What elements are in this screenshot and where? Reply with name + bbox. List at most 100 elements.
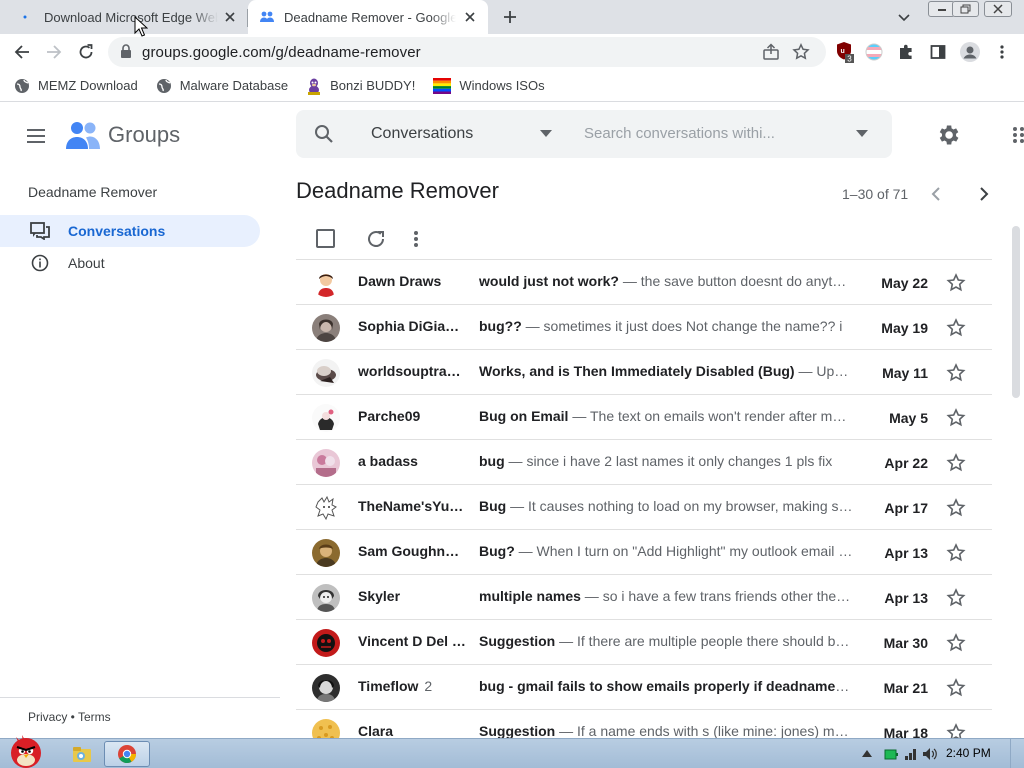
show-hidden-icons-icon[interactable] [862,749,872,757]
pagination-text: 1–30 of 71 [842,186,909,202]
conversation-row[interactable]: Sophia DiGiacomo bug?? — sometimes it ju… [296,304,992,349]
search-scope-select[interactable]: Conversations [371,125,473,143]
bookmark-bonzi-buddy[interactable]: Bonzi BUDDY! [306,77,415,95]
taskbar-chrome-button[interactable] [104,741,150,767]
star-icon[interactable] [946,678,966,698]
conversation-row[interactable]: Timeflow 2 bug - gmail fails to show emai… [296,664,992,709]
star-icon[interactable] [946,588,966,608]
conversation-row[interactable]: Vincent D Del Rosario Suggestion — If th… [296,619,992,664]
search-options-caret-icon[interactable] [856,130,868,137]
taskbar-clock[interactable]: 2:40 PM [946,746,991,760]
browser-tab-strip: Download Microsoft Edge Web Deadname Rem… [0,0,1024,34]
scrollbar-thumb[interactable] [1012,226,1020,398]
trans-flag-extension-icon[interactable] [862,40,886,64]
restore-window-button[interactable] [952,1,979,17]
avatar [312,584,340,612]
tab-search-chevron-icon[interactable] [893,7,915,29]
conversation-subject-line: Bug on Email — The text on emails won't … [479,408,853,424]
browser-tab-deadname-remover[interactable]: Deadname Remover - Google Groups [248,0,488,34]
avatar [312,314,340,342]
scope-dropdown-caret-icon[interactable] [540,130,552,137]
share-icon[interactable] [762,43,780,61]
back-arrow-icon[interactable] [10,40,34,64]
url-text[interactable]: groups.google.com/g/deadname-remover [142,44,421,61]
groups-logo-icon [66,122,100,149]
taskbar-explorer-icon[interactable] [66,741,98,767]
show-desktop-button[interactable] [1010,739,1024,768]
conversation-date: Apr 17 [884,500,928,516]
conversation-row[interactable]: a badass bug — since i have 2 last names… [296,439,992,484]
star-icon[interactable] [946,318,966,338]
privacy-terms-links[interactable]: Privacy • Terms [28,710,111,724]
tab-loading-icon [23,15,27,19]
conversation-row[interactable]: Dawn Draws would just not work? — the sa… [296,259,992,304]
groups-logo[interactable]: Groups [66,120,180,150]
group-name-heading: Deadname Remover [28,184,158,200]
conversation-subject-line: bug - gmail fails to show emails properl… [479,678,853,694]
bookmark-star-icon[interactable] [792,43,810,61]
conversation-date: May 22 [881,275,928,291]
avatar [312,449,340,477]
conversation-row[interactable]: worldsouptrade Works, and is Then Immedi… [296,349,992,394]
profile-avatar-icon[interactable] [958,40,982,64]
close-tab-icon[interactable] [222,9,238,25]
more-actions-icon[interactable] [409,228,423,250]
star-icon[interactable] [946,273,966,293]
settings-gear-icon[interactable] [935,122,961,148]
conversation-row[interactable]: Parche09 Bug on Email — The text on emai… [296,394,992,439]
conversation-subject-line: Suggestion — If there are multiple peopl… [479,633,853,649]
conversation-row[interactable]: Sam Goughnour Bug? — When I turn on "Add… [296,529,992,574]
bookmark-windows-isos[interactable]: Windows ISOs [433,77,545,94]
browser-tab-edge-download[interactable]: Download Microsoft Edge Web [8,0,248,34]
extensions-puzzle-icon[interactable] [894,40,918,64]
main-menu-icon[interactable] [24,124,48,148]
close-window-button[interactable] [984,1,1012,17]
google-apps-icon[interactable] [1012,126,1024,144]
windows-taskbar: 2:40 PM [0,735,1024,768]
star-icon[interactable] [946,363,966,383]
browser-menu-icon[interactable] [990,40,1014,64]
ublock-extension-icon[interactable]: u3 [833,40,857,64]
bookmark-memz-download[interactable]: MEMZ Download [14,78,138,94]
conversation-date: May 11 [882,365,928,381]
sidebar-item-conversations[interactable]: Conversations [0,215,260,247]
new-tab-button[interactable] [498,5,522,29]
mouse-cursor-icon [134,16,148,37]
network-icon[interactable] [904,747,918,761]
minimize-window-button[interactable] [928,1,955,17]
reload-icon[interactable] [74,40,98,64]
star-icon[interactable] [946,543,966,563]
conversation-author: Timeflow 2 [358,678,433,694]
close-tab-icon[interactable] [462,9,478,25]
lock-icon[interactable] [120,44,132,58]
refresh-icon[interactable] [365,228,387,250]
conversation-author: TheName'sYuki [358,498,461,514]
search-input[interactable]: Search conversations withi... [584,125,775,142]
star-icon[interactable] [946,633,966,653]
tab-title: Download Microsoft Edge Web [44,9,218,25]
conversation-author: Dawn Draws [358,273,442,289]
search-bar: Conversations Search conversations withi… [296,110,892,158]
star-icon[interactable] [946,453,966,473]
side-panel-icon[interactable] [926,40,950,64]
battery-icon[interactable] [884,748,898,760]
star-icon[interactable] [946,408,966,428]
previous-page-chevron-icon[interactable] [928,186,944,202]
conversation-subject-line: bug?? — sometimes it just does Not chang… [479,318,843,334]
conversation-subject-line: Suggestion — If a name ends with s (like… [479,723,853,739]
select-all-checkbox[interactable] [316,229,335,248]
start-button-angry-bird-icon[interactable] [4,731,48,768]
conversation-row[interactable]: Skyler multiple names — so i have a few … [296,574,992,619]
bookmark-malware-database[interactable]: Malware Database [156,78,288,94]
conversation-row[interactable]: TheName'sYuki Bug — It causes nothing to… [296,484,992,529]
search-icon[interactable] [314,124,334,144]
volume-icon[interactable] [922,747,938,761]
next-page-chevron-icon[interactable] [976,186,992,202]
star-icon[interactable] [946,498,966,518]
forward-arrow-icon[interactable] [42,40,66,64]
svg-text:3: 3 [847,55,852,64]
address-bar[interactable]: groups.google.com/g/deadname-remover [108,37,826,67]
bookmark-label: Malware Database [179,78,289,93]
sidebar-item-label: About [68,255,105,271]
sidebar-item-about[interactable]: About [0,247,260,279]
